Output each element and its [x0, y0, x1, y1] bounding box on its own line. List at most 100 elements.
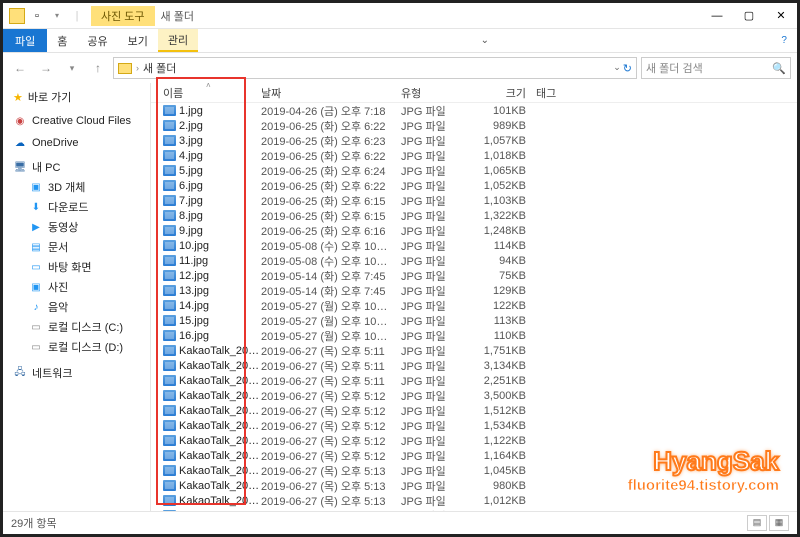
file-row[interactable]: 8.jpg2019-06-25 (화) 오후 6:15JPG 파일1,322KB	[151, 208, 797, 223]
sidebar-item-disk-d[interactable]: ▭로컬 디스크 (D:)	[3, 337, 150, 357]
file-row[interactable]: 7.jpg2019-06-25 (화) 오후 6:15JPG 파일1,103KB	[151, 193, 797, 208]
file-type: JPG 파일	[401, 238, 471, 254]
file-list[interactable]: 1.jpg2019-04-26 (금) 오후 7:18JPG 파일101KB2.…	[151, 103, 797, 511]
file-date: 2019-06-25 (화) 오후 6:22	[261, 148, 401, 164]
column-tags[interactable]: 태그	[536, 83, 596, 102]
file-row[interactable]: 4.jpg2019-06-25 (화) 오후 6:22JPG 파일1,018KB	[151, 148, 797, 163]
ribbon-help-icon[interactable]: ?	[771, 29, 797, 52]
file-row[interactable]: KakaoTalk_201906…2019-06-27 (목) 오후 5:11J…	[151, 343, 797, 358]
file-row[interactable]: 3.jpg2019-06-25 (화) 오후 6:23JPG 파일1,057KB	[151, 133, 797, 148]
nav-up-button[interactable]: ↑	[87, 57, 109, 79]
sidebar-item-network[interactable]: 🖧네트워크	[3, 363, 150, 383]
ribbon-file-tab[interactable]: 파일	[3, 29, 47, 52]
properties-icon[interactable]: ▫	[29, 8, 45, 24]
address-dropdown-icon[interactable]: ⌄	[613, 62, 621, 75]
image-file-icon	[163, 435, 176, 446]
nav-back-button[interactable]: ←	[9, 57, 31, 79]
sidebar-item-music[interactable]: ♪음악	[3, 297, 150, 317]
sidebar-item-quick[interactable]: ★바로 가기	[3, 87, 150, 107]
sidebar-item-videos[interactable]: ▶동영상	[3, 217, 150, 237]
close-button[interactable]: ✕	[765, 3, 797, 29]
file-row[interactable]: 9.jpg2019-06-25 (화) 오후 6:16JPG 파일1,248KB	[151, 223, 797, 238]
sidebar-item-creative-cloud[interactable]: ◉Creative Cloud Files	[3, 113, 150, 129]
file-row[interactable]: KakaoTalk_201906…2019-06-27 (목) 오후 5:12J…	[151, 433, 797, 448]
file-row[interactable]: 10.jpg2019-05-08 (수) 오후 10…JPG 파일114KB	[151, 238, 797, 253]
ribbon-expand-icon[interactable]: ⌄	[471, 29, 499, 52]
sidebar-item-documents[interactable]: ▤문서	[3, 237, 150, 257]
file-row[interactable]: KakaoTalk_201906…2019-06-27 (목) 오후 5:12J…	[151, 403, 797, 418]
sidebar-item-pictures[interactable]: ▣사진	[3, 277, 150, 297]
ribbon-tab-view[interactable]: 보기	[118, 29, 158, 52]
file-name: KakaoTalk_201906…	[179, 345, 261, 357]
column-type[interactable]: 유형	[401, 83, 471, 102]
file-row[interactable]: 5.jpg2019-06-25 (화) 오후 6:24JPG 파일1,065KB	[151, 163, 797, 178]
sidebar-item-downloads[interactable]: ⬇다운로드	[3, 197, 150, 217]
image-file-icon	[163, 210, 176, 221]
sidebar-item-onedrive[interactable]: ☁OneDrive	[3, 135, 150, 151]
search-icon[interactable]: 🔍	[772, 62, 786, 75]
file-name: 10.jpg	[179, 240, 209, 252]
file-name: KakaoTalk_201906…	[179, 495, 261, 507]
qat-dropdown-icon[interactable]: ▾	[49, 8, 65, 24]
nav-forward-button[interactable]: →	[35, 57, 57, 79]
ribbon-tab-manage[interactable]: 관리	[158, 29, 198, 52]
file-date: 2019-05-27 (월) 오후 10…	[261, 328, 401, 344]
file-date: 2019-06-27 (목) 오후 5:11	[261, 358, 401, 374]
file-date: 2019-06-27 (목) 오후 5:13	[261, 463, 401, 479]
minimize-button[interactable]: —	[701, 3, 733, 29]
file-row[interactable]: KakaoTalk_201906…2019-06-27 (목) 오후 5:13J…	[151, 463, 797, 478]
file-date: 2019-05-27 (월) 오후 10…	[261, 298, 401, 314]
file-row[interactable]: KakaoTalk_201906…2019-06-27 (목) 오후 5:12J…	[151, 418, 797, 433]
file-row[interactable]: KakaoTalk_201906…2019-06-27 (목) 오후 5:12J…	[151, 388, 797, 403]
file-row[interactable]: KakaoTalk_201906…2019-06-27 (목) 오후 5:12J…	[151, 448, 797, 463]
address-bar[interactable]: › 새 폴더 ⌄ ↻	[113, 57, 637, 79]
file-type: JPG 파일	[401, 208, 471, 224]
sidebar-item-pc[interactable]: 🖥내 PC	[3, 157, 150, 177]
file-size: 122KB	[471, 300, 536, 312]
file-type: JPG 파일	[401, 478, 471, 494]
music-icon: ♪	[29, 301, 43, 313]
file-row[interactable]: 15.jpg2019-05-27 (월) 오후 10…JPG 파일113KB	[151, 313, 797, 328]
view-icons-button[interactable]: ▦	[769, 515, 789, 531]
file-type: JPG 파일	[401, 343, 471, 359]
sort-indicator-icon: ˄	[206, 81, 211, 90]
file-row[interactable]: 12.jpg2019-05-14 (화) 오후 7:45JPG 파일75KB	[151, 268, 797, 283]
file-row[interactable]: 11.jpg2019-05-08 (수) 오후 10…JPG 파일94KB	[151, 253, 797, 268]
file-size: 1,057KB	[471, 135, 536, 147]
sidebar-item-3d[interactable]: ▣3D 개체	[3, 177, 150, 197]
file-row[interactable]: 14.jpg2019-05-27 (월) 오후 10…JPG 파일122KB	[151, 298, 797, 313]
address-refresh-icon[interactable]: ↻	[623, 62, 632, 75]
file-row[interactable]: 13.jpg2019-05-14 (화) 오후 7:45JPG 파일129KB	[151, 283, 797, 298]
file-row[interactable]: 2.jpg2019-06-25 (화) 오후 6:22JPG 파일989KB	[151, 118, 797, 133]
file-name: KakaoTalk_201906…	[179, 465, 261, 477]
file-row[interactable]: KakaoTalk_201906…2019-06-27 (목) 오후 5:11J…	[151, 358, 797, 373]
file-row[interactable]: KakaoTalk_201906…2019-06-27 (목) 오후 5:13J…	[151, 493, 797, 508]
ribbon-tab-home[interactable]: 홈	[47, 29, 77, 52]
3d-icon: ▣	[29, 181, 43, 193]
file-row[interactable]: KakaoTalk_201906…2019-06-27 (목) 오후 5:13J…	[151, 478, 797, 493]
ribbon-tab-share[interactable]: 공유	[77, 29, 117, 52]
file-row[interactable]: 16.jpg2019-05-27 (월) 오후 10…JPG 파일110KB	[151, 328, 797, 343]
sidebar-item-desktop[interactable]: ▭바탕 화면	[3, 257, 150, 277]
column-date[interactable]: 날짜	[261, 83, 401, 102]
cloud-icon: ☁	[13, 137, 27, 149]
file-size: 113KB	[471, 315, 536, 327]
column-name[interactable]: ˄이름	[151, 83, 261, 102]
file-size: 94KB	[471, 255, 536, 267]
file-row[interactable]: KakaoTalk_201906…2019-06-27 (목) 오후 5:11J…	[151, 373, 797, 388]
file-row[interactable]: KakaoTalk_201906…2019-06-27 (목) 오후 5:14J…	[151, 508, 797, 511]
nav-recent-dropdown[interactable]: ▾	[61, 57, 83, 79]
column-size[interactable]: 크기	[471, 83, 536, 102]
view-details-button[interactable]: ▤	[747, 515, 767, 531]
cc-icon: ◉	[13, 115, 27, 127]
sidebar-item-disk-c[interactable]: ▭로컬 디스크 (C:)	[3, 317, 150, 337]
search-input[interactable]: 새 폴더 검색 🔍	[641, 57, 791, 79]
maximize-button[interactable]: ▢	[733, 3, 765, 29]
breadcrumb-sep-icon[interactable]: ›	[136, 63, 139, 73]
file-row[interactable]: 1.jpg2019-04-26 (금) 오후 7:18JPG 파일101KB	[151, 103, 797, 118]
search-placeholder: 새 폴더 검색	[646, 60, 703, 76]
file-date: 2019-05-08 (수) 오후 10…	[261, 253, 401, 269]
file-date: 2019-06-25 (화) 오후 6:15	[261, 193, 401, 209]
file-row[interactable]: 6.jpg2019-06-25 (화) 오후 6:22JPG 파일1,052KB	[151, 178, 797, 193]
breadcrumb-segment[interactable]: 새 폴더	[143, 60, 176, 76]
